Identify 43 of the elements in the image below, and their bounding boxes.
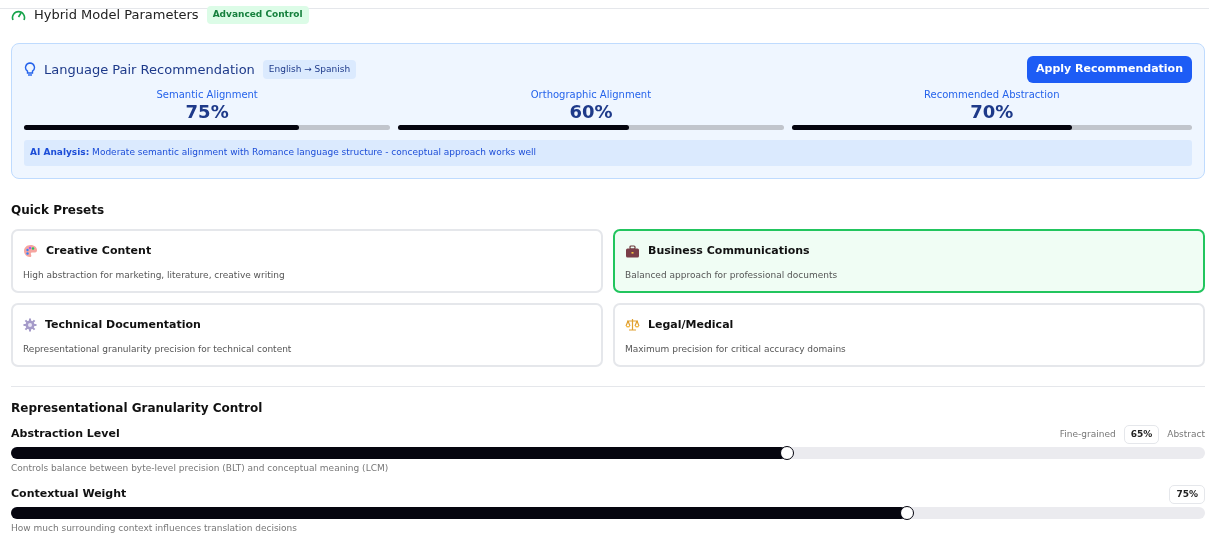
preset-title: Creative Content — [46, 242, 152, 259]
slider-thumb[interactable] — [780, 446, 795, 461]
preset-title: Legal/Medical — [648, 316, 734, 333]
preset-card[interactable]: Technical Documentation Representational granularity precision for technical content — [11, 302, 603, 367]
analysis-text: AI Analysis: Moderate semantic alignment with Romance language structure - conceptual approach works well — [24, 140, 1192, 166]
scale-label: Abstract — [1167, 427, 1205, 441]
status-badge: Advanced Control — [206, 6, 309, 24]
apply-recommendation-button[interactable]: Apply Recommendation — [1027, 56, 1192, 83]
scale-label: Fine-grained — [1059, 427, 1116, 441]
preset-description: Balanced approach for professional documents — [625, 269, 839, 283]
help-text: Controls balance between byte-level precision (BLT) and conceptual meaning (LCM) — [11, 462, 390, 476]
language-pair-badge: English → Spanish — [262, 59, 357, 79]
preset-title: Business Communications — [648, 242, 810, 259]
preset-title: Technical Documentation — [45, 316, 201, 333]
preset-card[interactable]: Legal/Medical Maximum precision for critical accuracy domains — [613, 302, 1205, 367]
metric-value: 60% — [568, 101, 614, 122]
palette-icon — [23, 244, 38, 259]
slider-track[interactable] — [11, 507, 1205, 520]
slider-label: Contextual Weight — [11, 486, 127, 503]
section-heading: Quick Presets — [11, 201, 106, 219]
gear-icon — [23, 318, 37, 333]
preset-card[interactable]: Creative Content High abstraction for marketing, literature, creative writing — [11, 228, 603, 293]
value-badge: 75% — [1169, 484, 1205, 505]
preset-description: Maximum precision for critical accuracy domains — [625, 343, 847, 357]
slider-track[interactable] — [11, 447, 1205, 460]
help-text: How much surrounding context influences translation decisions — [11, 522, 298, 533]
slider-label: Abstraction Level — [11, 426, 120, 443]
section-title: Hybrid Model Parameters — [34, 6, 199, 25]
metric-value: 75% — [184, 101, 230, 122]
metric-value: 70% — [969, 101, 1015, 122]
briefcase-icon — [625, 244, 640, 258]
section-heading: Representational Granularity Control — [11, 399, 264, 417]
value-badge: 65% — [1123, 424, 1160, 445]
lightbulb-icon — [24, 61, 36, 77]
preset-description: Representational granularity precision for technical content — [23, 343, 293, 357]
metric-label: Orthographic Alignment — [529, 87, 653, 102]
metric-label: Semantic Alignment — [155, 87, 259, 102]
gauge-icon — [11, 9, 26, 21]
panel-title: Language Pair Recommendation — [44, 60, 255, 79]
scales-icon — [625, 318, 640, 333]
preset-card[interactable]: Business Communications Balanced approach for professional documents — [613, 228, 1205, 293]
preset-description: High abstraction for marketing, literature, creative writing — [23, 269, 286, 283]
metric-label: Recommended Abstraction — [923, 87, 1061, 102]
